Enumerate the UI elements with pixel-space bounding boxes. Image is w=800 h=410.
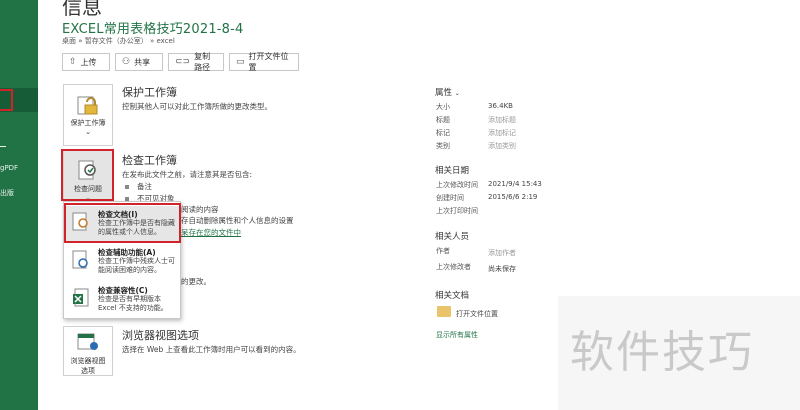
menu-item-check-accessibility[interactable]: 检查辅助功能(A) 检查工作簿中残疾人士可能阅读困难的内容。 <box>66 244 180 280</box>
prop-size-value: 36.4KB <box>488 102 513 110</box>
modifier-value: 尚未保存 <box>488 265 516 273</box>
document-title: EXCEL常用表格技巧2021-8-4 <box>62 22 244 37</box>
browser-desc: 选择在 Web 上查看此工作簿时用户可以看到的内容。 <box>122 345 301 354</box>
upload-icon: ⇧ <box>69 57 77 67</box>
menu-item-check-compatibility[interactable]: 检查兼容性(C) 检查是否有早期版本 Excel 不支持的功能。 <box>66 282 180 318</box>
nav-item-marker <box>0 146 6 147</box>
properties-heading[interactable]: 属性 ⌄ <box>435 86 460 98</box>
folder-icon <box>437 306 451 317</box>
prop-category-label: 类别 <box>436 142 450 150</box>
inspect-title: 检查工作簿 <box>122 154 177 167</box>
highlight-box-nav <box>0 89 13 111</box>
people-heading: 相关人员 <box>435 232 470 242</box>
prop-tags-input[interactable]: 添加标记 <box>488 128 516 138</box>
chevron-down-icon: ⌄ <box>85 128 91 136</box>
modifier-label: 上次修改者 <box>436 263 471 271</box>
related-docs-heading: 相关文档 <box>435 291 470 301</box>
share-icon: ⚇ <box>122 57 131 67</box>
inspect-settings-link[interactable]: 呆存在您的文件中 <box>181 227 241 238</box>
breadcrumb-excel[interactable]: excel <box>157 37 175 45</box>
prop-title-input[interactable]: 添加标题 <box>488 115 516 125</box>
date-modified-label: 上次修改时间 <box>436 181 478 189</box>
inspect-partial-3: 的更改。 <box>181 277 211 286</box>
link-icon: ⊂⊃ <box>175 57 191 67</box>
excel-compatibility-icon <box>73 288 89 307</box>
show-all-properties-link[interactable]: 显示所有属性 <box>436 330 478 340</box>
inspect-desc: 在发布此文件之前，请注意其是否包含: <box>122 170 253 179</box>
backstage-nav: gPDF 出版 <box>0 0 38 410</box>
folder-icon: ▭ <box>236 57 245 67</box>
prop-title-label: 标题 <box>436 116 450 124</box>
browser-view-icon <box>77 333 98 350</box>
watermark: 软件技巧 <box>558 296 800 410</box>
accessibility-icon <box>72 250 88 269</box>
breadcrumb: 桌面 » 暂存文件（办公室） » excel <box>62 37 175 45</box>
bullet-comments: 备注 <box>125 181 152 192</box>
date-modified-value: 2021/9/4 15:43 <box>488 180 542 188</box>
open-file-location-link[interactable]: 打开文件位置 <box>456 309 498 319</box>
prop-size-label: 大小 <box>436 103 450 111</box>
prop-tags-label: 标记 <box>436 129 450 137</box>
nav-item-publish[interactable]: 出版 <box>0 188 38 198</box>
protect-desc: 控制其他人可以对此工作簿所做的更改类型。 <box>122 102 272 111</box>
copy-path-button[interactable]: ⊂⊃ 复制路径 <box>168 52 224 72</box>
add-author-input[interactable]: 添加作者 <box>488 248 516 258</box>
breadcrumb-temp[interactable]: 暂存文件（办公室） <box>85 37 148 45</box>
date-printed-label: 上次打印时间 <box>436 207 478 215</box>
author-label: 作者 <box>436 247 450 255</box>
highlight-box-inspect-document <box>64 203 181 243</box>
highlight-box-check-issues <box>61 149 114 201</box>
share-button[interactable]: ⚇ 共享 <box>115 53 163 71</box>
protect-title: 保护工作簿 <box>122 86 177 99</box>
inspect-partial-2: 存自动删除属性和个人信息的设置 <box>181 216 294 225</box>
date-created-value: 2015/6/6 2:19 <box>488 193 538 201</box>
breadcrumb-desktop[interactable]: 桌面 <box>62 37 76 45</box>
dates-heading: 相关日期 <box>435 166 470 176</box>
browser-title: 浏览器视图选项 <box>122 329 199 342</box>
prop-category-input[interactable]: 添加类别 <box>488 141 516 151</box>
date-created-label: 创建时间 <box>436 194 464 202</box>
chevron-down-icon: ⌄ <box>454 90 460 97</box>
upload-button[interactable]: ⇧ 上传 <box>62 53 110 71</box>
protect-workbook-button[interactable]: 保护工作簿 ⌄ <box>63 84 113 146</box>
inspect-partial-1: 阅读的内容 <box>181 205 219 214</box>
open-location-button[interactable]: ▭ 打开文件位置 <box>229 52 299 72</box>
browser-view-options-button[interactable]: 浏览器视图 选项 <box>63 326 113 376</box>
lock-icon <box>77 96 98 115</box>
page-title: 信息 <box>62 0 102 19</box>
nav-item-export-pdf[interactable]: gPDF <box>0 164 38 172</box>
